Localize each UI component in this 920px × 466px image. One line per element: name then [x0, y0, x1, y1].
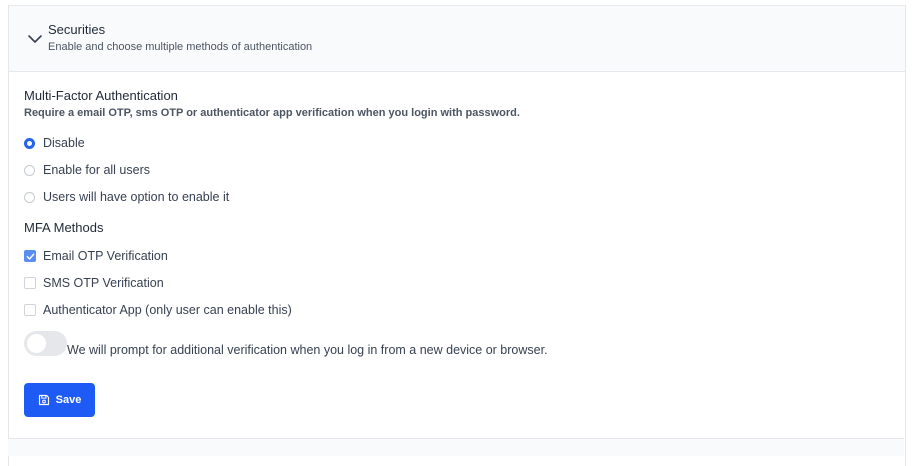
save-button-label: Save	[55, 394, 82, 406]
radio-option-user-choice[interactable]: Users will have option to enable it	[24, 188, 229, 206]
radio-label: Users will have option to enable it	[43, 190, 230, 204]
device-prompt-toggle[interactable]	[24, 331, 67, 356]
device-prompt-label: We will prompt for additional verificati…	[67, 343, 548, 357]
checkbox[interactable]	[24, 304, 36, 316]
radio-option-disable[interactable]: Disable	[24, 134, 85, 152]
panel-header[interactable]: Securities Enable and choose multiple me…	[9, 6, 905, 72]
checkbox[interactable]	[24, 277, 36, 289]
checkbox-label: SMS OTP Verification	[43, 276, 164, 290]
radio-option-enable-all[interactable]: Enable for all users	[24, 161, 150, 179]
save-button[interactable]: Save	[24, 383, 95, 417]
mfa-methods-title: MFA Methods	[24, 220, 104, 235]
next-panel-edge	[8, 438, 904, 456]
radio-label: Enable for all users	[43, 163, 151, 177]
mfa-title: Multi-Factor Authentication	[24, 88, 178, 103]
checkbox-email-otp[interactable]: Email OTP Verification	[24, 247, 168, 265]
checkmark-icon	[26, 253, 34, 260]
checkbox-sms-otp[interactable]: SMS OTP Verification	[24, 274, 164, 292]
toggle-knob	[27, 334, 46, 353]
checkbox-label: Email OTP Verification	[43, 249, 168, 263]
mfa-description: Require a email OTP, sms OTP or authenti…	[24, 107, 520, 119]
radio-button[interactable]	[24, 137, 35, 149]
checkbox[interactable]	[24, 250, 36, 262]
device-prompt-row: We will prompt for additional verificati…	[24, 331, 548, 357]
panel-title: Securities	[48, 22, 106, 37]
radio-button[interactable]	[24, 191, 35, 203]
securities-panel: Securities Enable and choose multiple me…	[8, 5, 906, 466]
checkbox-authenticator-app[interactable]: Authenticator App (only user can enable …	[24, 301, 292, 319]
panel-subtitle: Enable and choose multiple methods of au…	[48, 41, 313, 53]
checkbox-label: Authenticator App (only user can enable …	[43, 303, 292, 317]
save-icon	[38, 394, 49, 406]
radio-label: Disable	[43, 136, 85, 150]
chevron-down-icon[interactable]	[27, 31, 43, 47]
radio-button[interactable]	[24, 164, 35, 176]
